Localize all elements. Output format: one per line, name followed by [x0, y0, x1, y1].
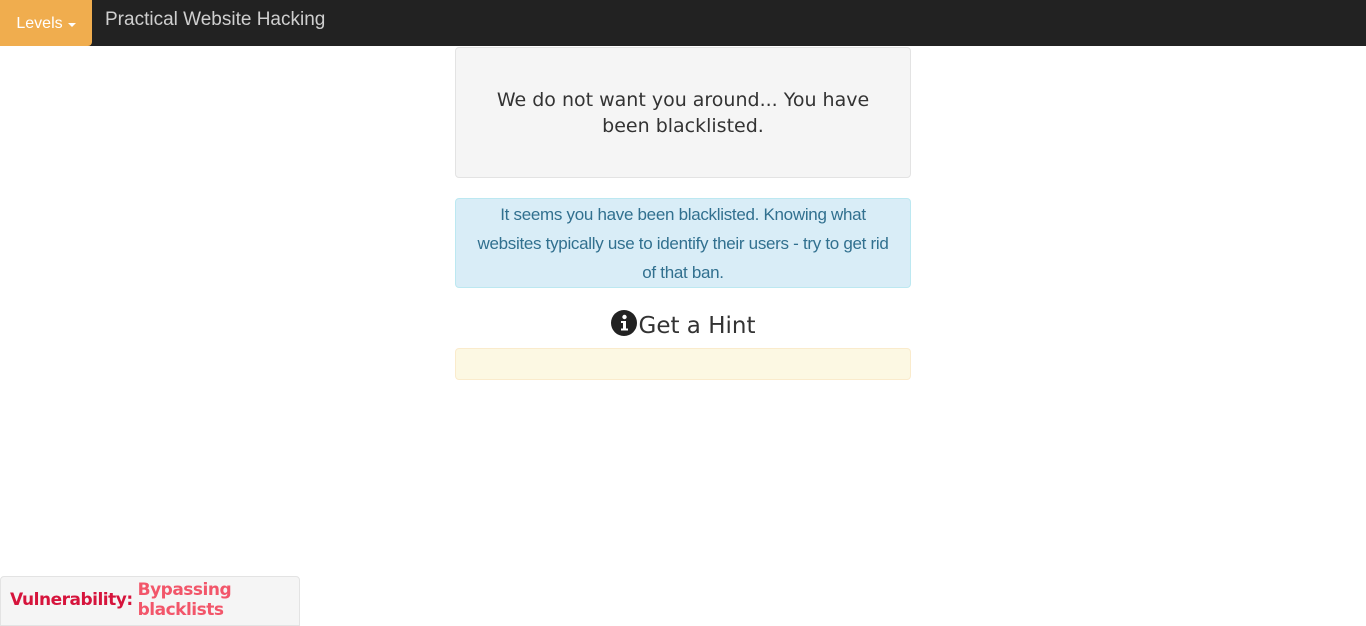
blacklist-message: We do not want you around... You have be… [496, 88, 870, 137]
site-brand-link[interactable]: Practical Website Hacking [105, 9, 325, 31]
blacklist-message-panel: We do not want you around... You have be… [455, 47, 911, 178]
info-alert-text: It seems you have been blacklisted. Know… [477, 204, 889, 282]
get-hint-toggle[interactable]: Get a Hint [455, 308, 911, 344]
hint-content-panel [455, 348, 911, 380]
levels-label: Levels [16, 15, 63, 32]
vulnerability-prefix: Vulnerability: [10, 590, 133, 610]
levels-dropdown-button[interactable]: Levels [0, 0, 92, 46]
vulnerability-name: Bypassing blacklists [137, 580, 232, 620]
vulnerability-badge: Vulnerability: Bypassing blacklists [0, 576, 300, 626]
top-navbar: Levels Practical Website Hacking [0, 0, 1366, 46]
info-alert: It seems you have been blacklisted. Know… [455, 198, 911, 288]
get-hint-label: Get a Hint [638, 313, 756, 339]
info-circle-icon [610, 310, 637, 336]
caret-down-icon [67, 23, 76, 27]
